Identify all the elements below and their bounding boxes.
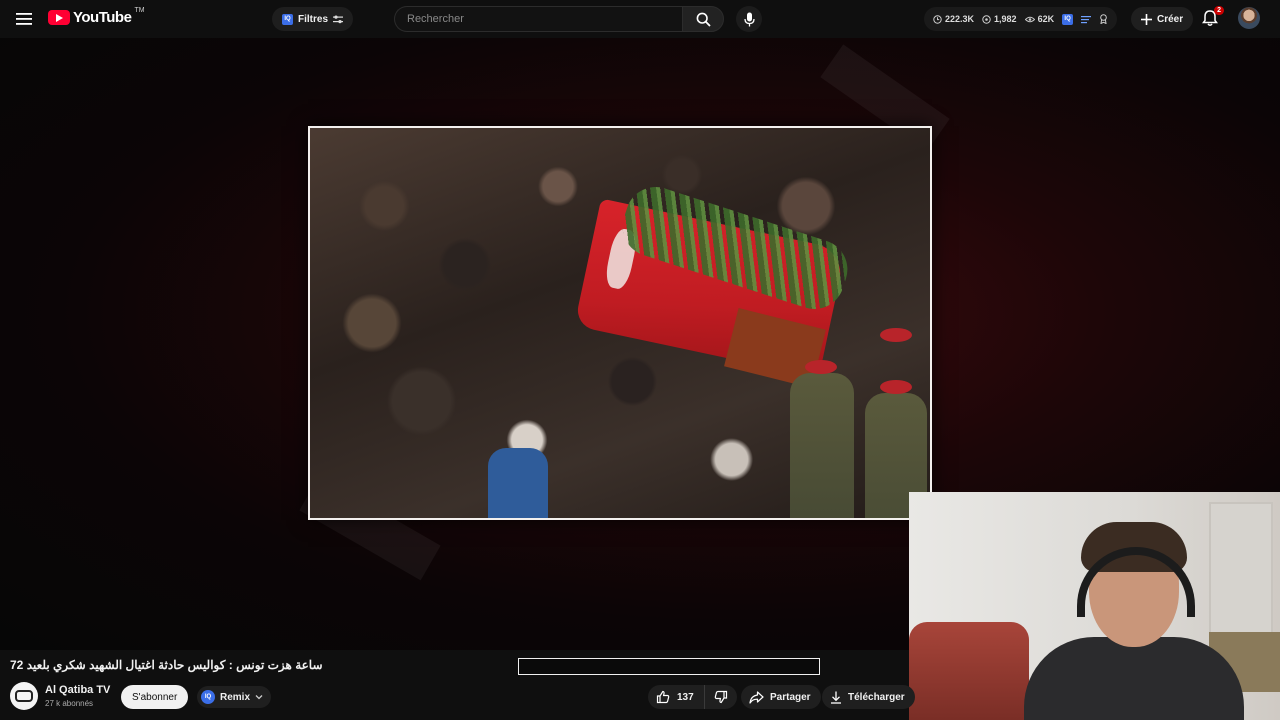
red-beret (880, 328, 912, 342)
iq-remix-icon: IQ (201, 690, 215, 704)
list-icon[interactable] (1081, 15, 1092, 24)
share-label: Partager (770, 691, 811, 703)
chevron-down-icon (255, 695, 263, 700)
red-beret (880, 380, 912, 394)
notifications-button[interactable]: 2 (1200, 6, 1224, 30)
channel-name[interactable]: Al Qatiba TV (45, 684, 110, 696)
soldier (790, 373, 854, 518)
person-blue-jacket (488, 448, 548, 518)
channel-logo-icon (15, 690, 33, 702)
download-button[interactable]: Télécharger (822, 685, 915, 709)
microphone-icon (743, 12, 755, 26)
crowd-photo (310, 128, 930, 518)
plus-icon (1141, 13, 1152, 25)
filters-label: Filtres (298, 13, 329, 25)
search-input[interactable] (405, 12, 669, 26)
like-dislike-group: 137 (648, 685, 737, 709)
download-icon (831, 691, 841, 704)
create-button[interactable]: Créer (1131, 7, 1194, 31)
webcam-person-body (1024, 637, 1244, 720)
extension-stats[interactable]: 222.3K 1,982 62K IQ (924, 7, 1118, 31)
subtitle-box (518, 658, 820, 675)
webcam-overlay (909, 492, 1280, 720)
voice-search-button[interactable] (736, 6, 762, 32)
remix-button[interactable]: IQ Remix (197, 686, 272, 708)
share-icon (749, 690, 764, 704)
webcam-door (1209, 502, 1273, 646)
stat-views: 222.3K (933, 14, 974, 24)
search-box (394, 6, 682, 32)
dislike-button[interactable] (705, 685, 737, 709)
like-button[interactable]: 137 (648, 685, 705, 709)
iq-extension-icon[interactable]: IQ (1062, 13, 1074, 25)
remix-label: Remix (220, 691, 251, 703)
account-avatar[interactable] (1238, 7, 1260, 29)
thumbs-down-icon (714, 690, 727, 704)
search-icon (696, 12, 711, 27)
download-label: Télécharger (848, 691, 905, 703)
masthead: YouTube TM IQ Filtres 222.3K 1,982 62K I… (0, 0, 1280, 38)
stat-second: 1,982 (982, 14, 1017, 24)
video-frame (308, 126, 932, 520)
iq-badge-icon: IQ (282, 13, 293, 25)
search-button[interactable] (682, 6, 724, 32)
menu-icon[interactable] (14, 9, 34, 29)
sliders-icon (333, 15, 344, 23)
stat-second-value: 1,982 (994, 14, 1017, 24)
youtube-play-icon (48, 10, 70, 25)
stat-third-value: 62K (1037, 14, 1055, 24)
red-beret (805, 360, 837, 374)
share-button[interactable]: Partager (741, 685, 821, 709)
stat-third: 62K (1024, 14, 1055, 24)
clock-icon (933, 14, 942, 24)
youtube-logo[interactable]: YouTube TM (48, 7, 145, 26)
views-eye-icon (1024, 16, 1035, 22)
create-label: Créer (1157, 13, 1184, 25)
channel-avatar[interactable] (10, 682, 38, 710)
logo-text: YouTube (73, 9, 132, 26)
eye-icon (982, 14, 991, 24)
channel-subscriber-count: 27 k abonnés (45, 699, 94, 708)
subscribe-button[interactable]: S'abonner (121, 685, 189, 709)
thumbs-up-icon (656, 690, 670, 704)
stat-views-value: 222.3K (945, 14, 975, 24)
notification-count-badge: 2 (1214, 6, 1224, 15)
like-count: 137 (677, 691, 694, 703)
webcam-sofa (909, 622, 1029, 720)
award-icon[interactable] (1099, 14, 1108, 24)
filters-button[interactable]: IQ Filtres (272, 7, 354, 31)
video-title: 72 ساعة هزت تونس : كواليس حادثة اغتيال ا… (10, 658, 323, 672)
logo-trademark: TM (134, 7, 145, 14)
